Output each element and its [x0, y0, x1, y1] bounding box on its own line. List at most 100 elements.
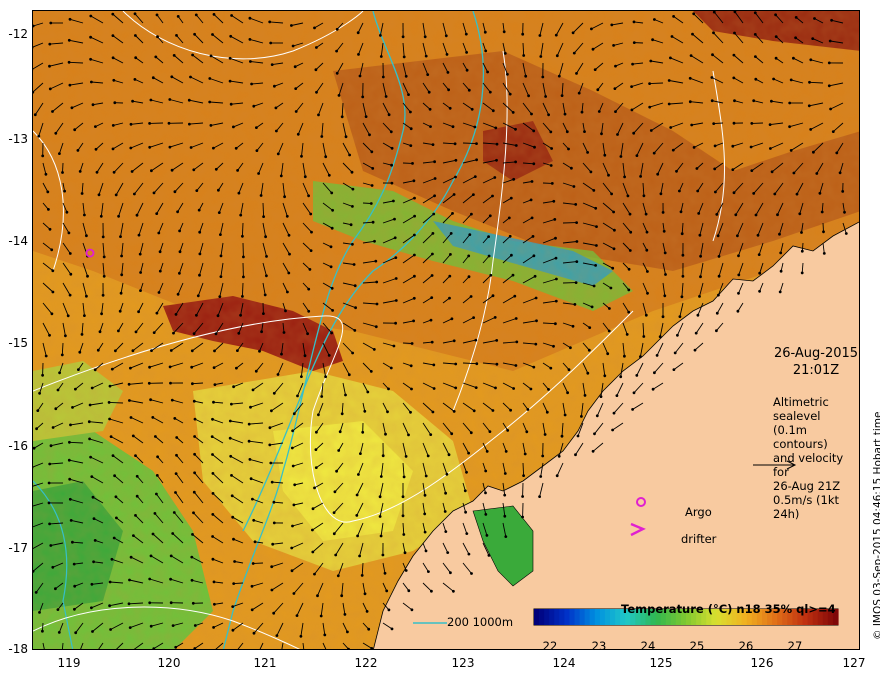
velocity-arrowhead	[154, 55, 158, 59]
lon-label: 120	[157, 656, 181, 670]
velocity-arrowhead	[309, 212, 313, 216]
velocity-arrowhead	[72, 562, 76, 566]
velocity-arrowhead	[114, 349, 117, 353]
velocity-arrowhead	[691, 32, 694, 36]
velocity-arrowhead	[595, 225, 598, 229]
velocity-arrowhead	[591, 449, 595, 453]
velocity-arrowhead	[100, 312, 103, 316]
colorbar-segment	[594, 609, 601, 625]
velocity-arrowhead	[545, 410, 549, 414]
colorbar-segment	[549, 609, 555, 625]
velocity-arrowhead	[403, 551, 407, 555]
velocity-arrowhead	[513, 294, 517, 298]
velocity-arrowhead	[323, 633, 327, 637]
velocity-arrowhead	[150, 169, 153, 173]
velocity-arrowhead	[51, 290, 55, 294]
colorbar-segment	[610, 609, 616, 625]
velocity-arrowhead	[343, 613, 347, 616]
velocity-arrowhead	[314, 448, 318, 451]
velocity-arrowhead	[495, 362, 499, 366]
velocity-arrowhead	[286, 290, 289, 294]
velocity-arrowhead	[736, 309, 740, 313]
velocity-arrowhead	[612, 44, 615, 47]
velocity-arrowhead	[173, 190, 177, 194]
velocity-arrowhead	[512, 177, 516, 181]
velocity-arrowhead	[155, 212, 159, 216]
velocity-arrowhead	[112, 78, 116, 82]
velocity-arrowhead	[283, 195, 286, 199]
velocity-arrowhead	[659, 192, 663, 196]
velocity-arrowhead	[611, 266, 615, 270]
velocity-arrowhead	[379, 34, 382, 37]
velocity-arrowhead	[472, 316, 475, 319]
velocity-arrowhead	[300, 154, 303, 158]
velocity-arrowhead	[483, 30, 487, 34]
velocity-arrowhead	[614, 64, 617, 68]
velocity-arrowhead	[430, 589, 433, 593]
velocity-arrowhead	[577, 91, 581, 95]
altimetry-line: (0.1m contours)	[773, 423, 828, 451]
colorbar-segment	[539, 609, 545, 625]
velocity-arrowhead	[68, 17, 72, 21]
velocity-arrow	[241, 222, 244, 237]
velocity-arrowhead	[378, 495, 382, 499]
velocity-arrowhead	[68, 83, 72, 87]
velocity-arrowhead	[424, 474, 428, 478]
velocity-arrowhead	[680, 295, 684, 299]
velocity-arrowhead	[193, 647, 197, 649]
velocity-arrowhead	[563, 413, 567, 417]
velocity-arrowhead	[229, 102, 233, 106]
velocity-arrowhead	[693, 348, 697, 352]
velocity-arrowhead	[485, 534, 489, 537]
velocity-arrowhead	[642, 194, 646, 198]
velocity-arrowhead	[228, 436, 232, 440]
velocity-arrowhead	[131, 434, 135, 438]
velocity-arrow	[649, 82, 664, 85]
velocity-arrowhead	[187, 98, 191, 102]
velocity-arrowhead	[270, 409, 273, 413]
velocity-arrowhead	[54, 131, 58, 135]
velocity-arrowhead	[503, 472, 507, 475]
velocity-arrowhead	[248, 16, 252, 20]
velocity-arrowhead	[678, 315, 682, 318]
velocity-arrowhead	[389, 130, 393, 134]
velocity-arrowhead	[168, 98, 172, 101]
velocity-arrowhead	[358, 554, 361, 558]
date-text: 26-Aug-2015	[773, 346, 859, 361]
velocity-arrowhead	[108, 580, 112, 584]
velocity-arrowhead	[375, 302, 379, 306]
velocity-arrowhead	[192, 332, 196, 335]
velocity-arrowhead	[176, 15, 180, 18]
velocity-arrowhead	[231, 605, 235, 608]
velocity-arrowhead	[599, 395, 603, 398]
velocity-arrowhead	[354, 306, 357, 310]
lon-label: 126	[750, 656, 774, 670]
velocity-arrowhead	[433, 160, 436, 164]
velocity-arrowhead	[130, 170, 134, 173]
velocity-arrowhead	[228, 79, 232, 83]
velocity-arrowhead	[628, 212, 632, 216]
velocity-arrowhead	[469, 431, 473, 435]
velocity-arrowhead	[692, 146, 696, 149]
velocity-arrowhead	[118, 309, 122, 313]
sst-map[interactable]: 26-Aug-2015 21:01Z Altimetric sealevel (…	[32, 10, 860, 650]
colorbar-tick: 23	[591, 639, 607, 650]
velocity-arrowhead	[827, 84, 831, 88]
velocity-arrowhead	[521, 515, 524, 519]
velocity-arrowhead	[454, 175, 457, 179]
velocity-arrowhead	[448, 106, 452, 110]
velocity-arrowhead	[474, 386, 478, 389]
velocity-arrowhead	[47, 208, 50, 211]
velocity-arrowhead	[218, 295, 222, 298]
velocity-arrowhead	[574, 453, 577, 457]
velocity-arrowhead	[392, 344, 396, 348]
velocity-arrow	[109, 401, 124, 404]
velocity-arrowhead	[694, 331, 698, 335]
velocity-arrowhead	[567, 368, 571, 372]
velocity-arrowhead	[390, 163, 393, 167]
velocity-arrowhead	[169, 349, 173, 352]
velocity-arrowhead	[147, 381, 151, 385]
velocity-arrowhead	[715, 329, 718, 333]
velocity-arrowhead	[290, 446, 294, 450]
velocity-arrowhead	[732, 53, 736, 57]
